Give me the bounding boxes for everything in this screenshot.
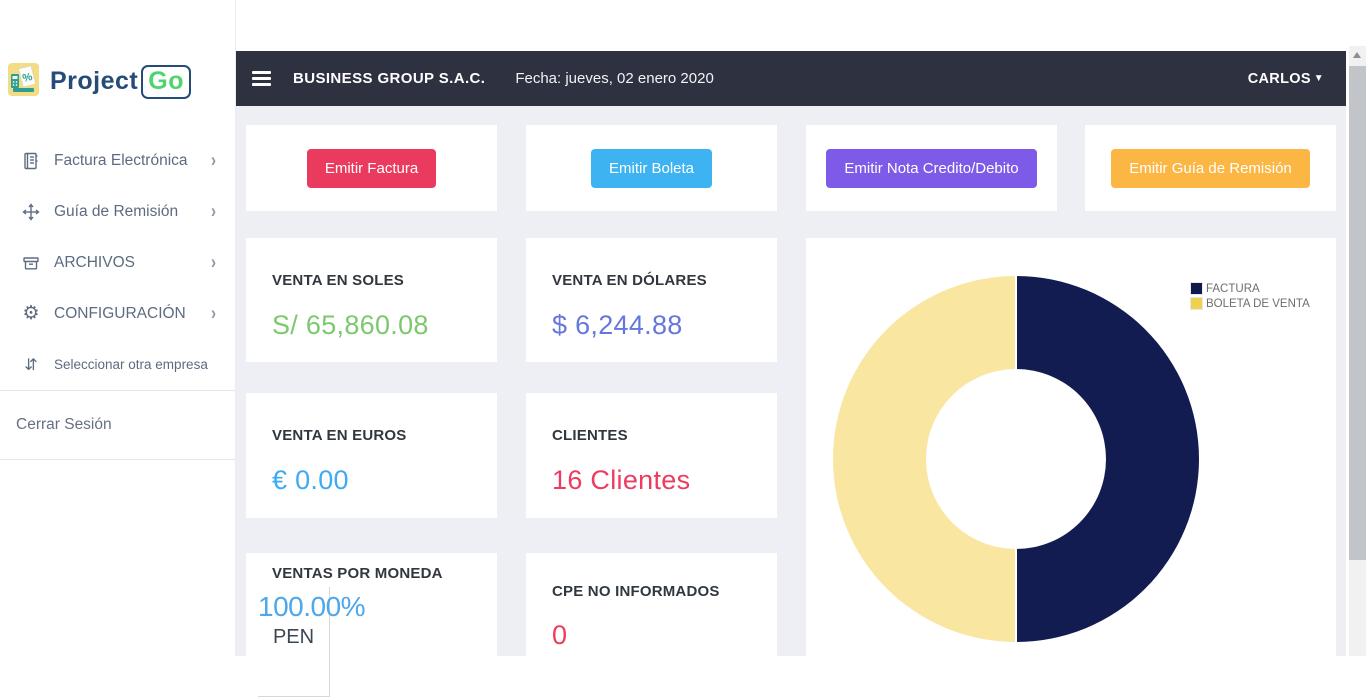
legend-label: FACTURA: [1206, 283, 1260, 295]
chevron-right-icon: ›: [211, 200, 216, 222]
brand-name: ProjectGo: [50, 65, 191, 99]
legend-swatch: [1190, 282, 1203, 295]
emitir-boleta-button[interactable]: Emitir Boleta: [591, 149, 712, 188]
sidebar-nav: Factura Electrónica › Guía de Remisión ›: [0, 135, 236, 390]
card-donut-chart: FACTURA BOLETA DE VENTA: [806, 238, 1336, 668]
chart-legend: FACTURA BOLETA DE VENTA: [1190, 282, 1310, 312]
currency-percent-cell: 100.00% PEN: [258, 587, 330, 697]
stat-title: CPE NO INFORMADOS: [552, 583, 777, 600]
user-menu[interactable]: CARLOS▼: [1248, 71, 1324, 87]
logout-label: Cerrar Sesión: [16, 416, 112, 434]
sidebar-item-label: Guía de Remisión: [54, 203, 178, 221]
sidebar-item-guia-de-remision[interactable]: Guía de Remisión ›: [0, 186, 236, 237]
brand-logo[interactable]: % ProjectGo: [7, 62, 191, 102]
stat-value: 0: [552, 620, 777, 651]
card-cpe-no-informados: CPE NO INFORMADOS 0: [526, 553, 777, 683]
sidebar: % ProjectGo Factura Electrónica ›: [0, 0, 236, 656]
chevron-right-icon: ›: [211, 302, 216, 324]
emitir-nota-credito-debito-button[interactable]: Emitir Nota Credito/Debito: [826, 149, 1036, 188]
legend-swatch: [1190, 297, 1203, 310]
legend-item-boleta-de-venta[interactable]: BOLETA DE VENTA: [1190, 297, 1310, 310]
archive-icon: [20, 252, 42, 274]
card-ventas-por-moneda: VENTAS POR MONEDA 100.00% PEN: [246, 553, 497, 683]
move-icon: [20, 201, 42, 223]
chevron-right-icon: ›: [211, 149, 216, 171]
date-label: Fecha: jueves, 02 enero 2020: [515, 70, 713, 87]
card-clientes: CLIENTES 16 Clientes: [526, 393, 777, 518]
calculator-receipt-icon: %: [7, 62, 40, 102]
swap-icon: ⇵: [20, 354, 42, 376]
stat-title: VENTAS POR MONEDA: [272, 565, 497, 582]
donut-hole: [926, 369, 1106, 549]
currency-code: PEN: [258, 626, 329, 649]
legend-item-factura[interactable]: FACTURA: [1190, 282, 1310, 295]
logout-button[interactable]: Cerrar Sesión: [0, 390, 236, 460]
emitir-factura-button[interactable]: Emitir Factura: [307, 149, 436, 188]
gear-icon: ⚙: [20, 303, 42, 325]
sidebar-item-label: Seleccionar otra empresa: [54, 357, 208, 372]
chevron-right-icon: ›: [211, 251, 216, 273]
stat-title: VENTA EN SOLES: [272, 272, 497, 289]
card-venta-en-soles: VENTA EN SOLES S/ 65,860.08: [246, 238, 497, 362]
invoice-icon: [20, 150, 42, 172]
stat-title: VENTA EN DÓLARES: [552, 272, 777, 289]
sidebar-item-configuracion[interactable]: ⚙ CONFIGURACIÓN ›: [0, 288, 236, 339]
card-emitir-nota: Emitir Nota Credito/Debito: [806, 125, 1057, 211]
card-emitir-guia: Emitir Guía de Remisión: [1085, 125, 1336, 211]
stat-title: VENTA EN EUROS: [272, 427, 497, 444]
sidebar-item-label: ARCHIVOS: [54, 254, 135, 272]
donut-chart[interactable]: [833, 276, 1199, 642]
hamburger-menu-icon[interactable]: [252, 68, 271, 89]
sidebar-item-archivos[interactable]: ARCHIVOS ›: [0, 237, 236, 288]
brand-name-secondary: Go: [141, 65, 191, 99]
stat-value: 16 Clientes: [552, 465, 777, 496]
vertical-scrollbar[interactable]: [1349, 46, 1366, 656]
card-venta-en-euros: VENTA EN EUROS € 0.00: [246, 393, 497, 518]
company-name: BUSINESS GROUP S.A.C.: [293, 70, 485, 87]
card-venta-en-dolares: VENTA EN DÓLARES $ 6,244.88: [526, 238, 777, 362]
caret-down-icon: ▼: [1314, 73, 1324, 84]
emitir-guia-de-remision-button[interactable]: Emitir Guía de Remisión: [1111, 149, 1310, 188]
card-emitir-boleta: Emitir Boleta: [526, 125, 777, 211]
topbar: BUSINESS GROUP S.A.C. Fecha: jueves, 02 …: [236, 51, 1346, 106]
currency-percent-value: 100.00%: [258, 591, 329, 623]
user-name: CARLOS: [1248, 71, 1311, 87]
sidebar-item-label: Factura Electrónica: [54, 152, 188, 170]
scrollbar-up-arrow-icon[interactable]: [1353, 52, 1361, 58]
stat-value: S/ 65,860.08: [272, 310, 497, 341]
sidebar-item-label: CONFIGURACIÓN: [54, 305, 186, 323]
sidebar-item-seleccionar-otra-empresa[interactable]: ⇵ Seleccionar otra empresa: [0, 339, 236, 390]
card-emitir-factura: Emitir Factura: [246, 125, 497, 211]
sidebar-item-factura-electronica[interactable]: Factura Electrónica ›: [0, 135, 236, 186]
stat-title: CLIENTES: [552, 427, 777, 444]
brand-name-primary: Project: [50, 67, 138, 95]
legend-label: BOLETA DE VENTA: [1206, 298, 1310, 310]
stat-value: $ 6,244.88: [552, 310, 777, 341]
scrollbar-thumb[interactable]: [1349, 66, 1366, 560]
stat-value: € 0.00: [272, 465, 497, 496]
